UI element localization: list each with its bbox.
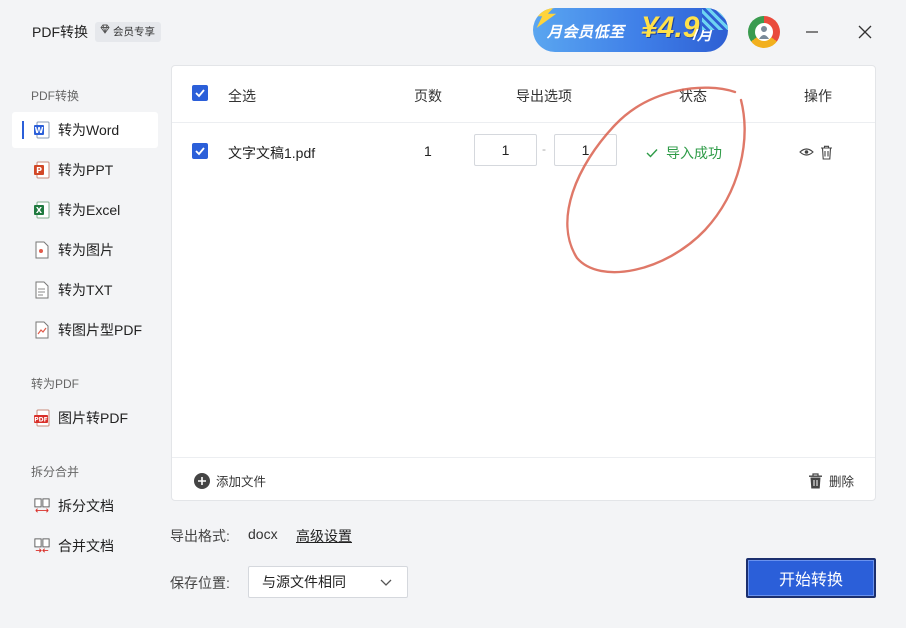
select-all-label[interactable]: 全选	[228, 86, 256, 106]
sidebar-item-label: 转为Excel	[58, 202, 121, 218]
sidebar-item-label: 图片转PDF	[58, 410, 128, 426]
panel-footer: 添加文件 删除	[172, 457, 875, 500]
membership-promo-banner[interactable]: 月会员低至 ¥4.9 /月	[533, 8, 728, 52]
app-window: PDF转换 会员专享 月会员低至 ¥4.9 /月 PDF转换 W 转为Word …	[0, 0, 906, 628]
sidebar-item-to-image[interactable]: 转为图片	[12, 232, 158, 268]
user-avatar[interactable]	[748, 16, 780, 48]
delete-label: 删除	[829, 475, 855, 489]
promo-price: ¥4.9	[641, 11, 700, 44]
app-title: PDF转换	[32, 24, 88, 40]
sidebar-item-merge-document[interactable]: 合并文档	[12, 528, 158, 564]
select-all-checkbox[interactable]	[192, 85, 208, 101]
plus-circle-icon	[194, 472, 210, 489]
sidebar-item-split-document[interactable]: 拆分文档	[12, 488, 158, 524]
sidebar-group-pdf-convert: PDF转换	[31, 89, 80, 103]
table-header: 全选 页数 导出选项 状态 操作	[172, 66, 875, 123]
svg-text:X: X	[36, 206, 43, 215]
image-pdf-icon	[34, 321, 50, 339]
row-checkbox[interactable]	[192, 143, 208, 159]
sidebar-group-split-merge: 拆分合并	[31, 465, 80, 479]
title-bar: PDF转换 会员专享 月会员低至 ¥4.9 /月	[0, 0, 906, 64]
delete-row-button[interactable]	[818, 144, 834, 160]
export-format-value: docx	[248, 526, 278, 542]
word-icon: W	[34, 121, 50, 139]
sidebar-item-label: 拆分文档	[58, 498, 114, 514]
column-header-status: 状态	[679, 88, 707, 104]
page-from-input[interactable]: 1	[474, 134, 537, 166]
promo-text: 月会员低至	[547, 24, 625, 41]
sidebar-item-to-excel[interactable]: X 转为Excel	[12, 192, 158, 228]
minimize-icon	[806, 31, 818, 33]
sidebar-item-label: 转为TXT	[58, 282, 113, 298]
trash-icon	[820, 145, 832, 160]
sidebar-group-to-pdf: 转为PDF	[31, 377, 80, 391]
pdf-icon: PDF	[34, 409, 50, 427]
save-location-select[interactable]: 与源文件相同	[248, 566, 408, 598]
sidebar-item-to-word[interactable]: W 转为Word	[12, 112, 158, 148]
promo-decoration	[702, 8, 728, 30]
start-convert-button[interactable]: 开始转换	[746, 558, 876, 598]
chevron-down-icon	[380, 579, 392, 586]
page-count: 1	[424, 143, 432, 159]
preview-button[interactable]	[798, 144, 814, 160]
svg-text:W: W	[35, 126, 44, 135]
file-name: 文字文稿1.pdf	[228, 145, 316, 161]
success-check-icon	[646, 149, 658, 158]
sidebar-item-label: 转为PPT	[58, 162, 114, 178]
sidebar-item-label: 转图片型PDF	[58, 322, 142, 338]
status-text: 导入成功	[666, 145, 722, 161]
range-separator: -	[542, 142, 546, 156]
sidebar-item-to-ppt[interactable]: P 转为PPT	[12, 152, 158, 188]
close-icon	[858, 25, 872, 39]
diamond-icon	[100, 22, 110, 42]
page-to-input[interactable]: 1	[554, 134, 617, 166]
vip-badge[interactable]: 会员专享	[95, 22, 161, 42]
svg-text:P: P	[36, 166, 42, 175]
file-list-panel: 全选 页数 导出选项 状态 操作 文字文稿1.pdf 1 1 - 1 导入成功 …	[171, 65, 876, 501]
save-location-value: 与源文件相同	[262, 574, 346, 590]
svg-text:PDF: PDF	[34, 417, 47, 424]
sidebar: PDF转换 W 转为Word P 转为PPT X 转为Excel 转为图片 转为…	[0, 64, 170, 628]
add-file-button[interactable]: 添加文件	[194, 471, 266, 490]
ppt-icon: P	[34, 161, 50, 179]
vip-badge-label: 会员专享	[113, 26, 155, 38]
column-header-actions: 操作	[804, 88, 832, 104]
sidebar-item-to-image-pdf[interactable]: 转图片型PDF	[12, 312, 158, 348]
merge-icon	[34, 537, 50, 555]
close-button[interactable]	[853, 20, 877, 44]
export-format-label: 导出格式:	[170, 528, 230, 544]
save-location-label: 保存位置:	[170, 575, 230, 591]
split-icon	[34, 497, 50, 515]
check-icon	[195, 89, 205, 98]
sidebar-item-label: 转为图片	[58, 242, 114, 258]
column-header-export-options: 导出选项	[516, 88, 572, 104]
eye-icon	[798, 148, 814, 156]
column-header-pages: 页数	[414, 88, 442, 104]
sidebar-item-image-to-pdf[interactable]: PDF 图片转PDF	[12, 400, 158, 436]
sidebar-item-label: 转为Word	[58, 122, 120, 138]
check-icon	[195, 147, 205, 156]
add-file-label: 添加文件	[216, 475, 267, 489]
txt-file-icon	[34, 281, 50, 299]
delete-button[interactable]: 删除	[808, 471, 854, 490]
excel-icon: X	[34, 201, 50, 219]
trash-icon	[809, 472, 822, 488]
advanced-settings-link[interactable]: 高级设置	[296, 526, 352, 546]
minimize-button[interactable]	[800, 20, 824, 44]
sidebar-item-to-txt[interactable]: 转为TXT	[12, 272, 158, 308]
sidebar-item-label: 合并文档	[58, 538, 114, 554]
import-status: 导入成功	[646, 143, 722, 163]
image-file-icon	[34, 241, 50, 259]
